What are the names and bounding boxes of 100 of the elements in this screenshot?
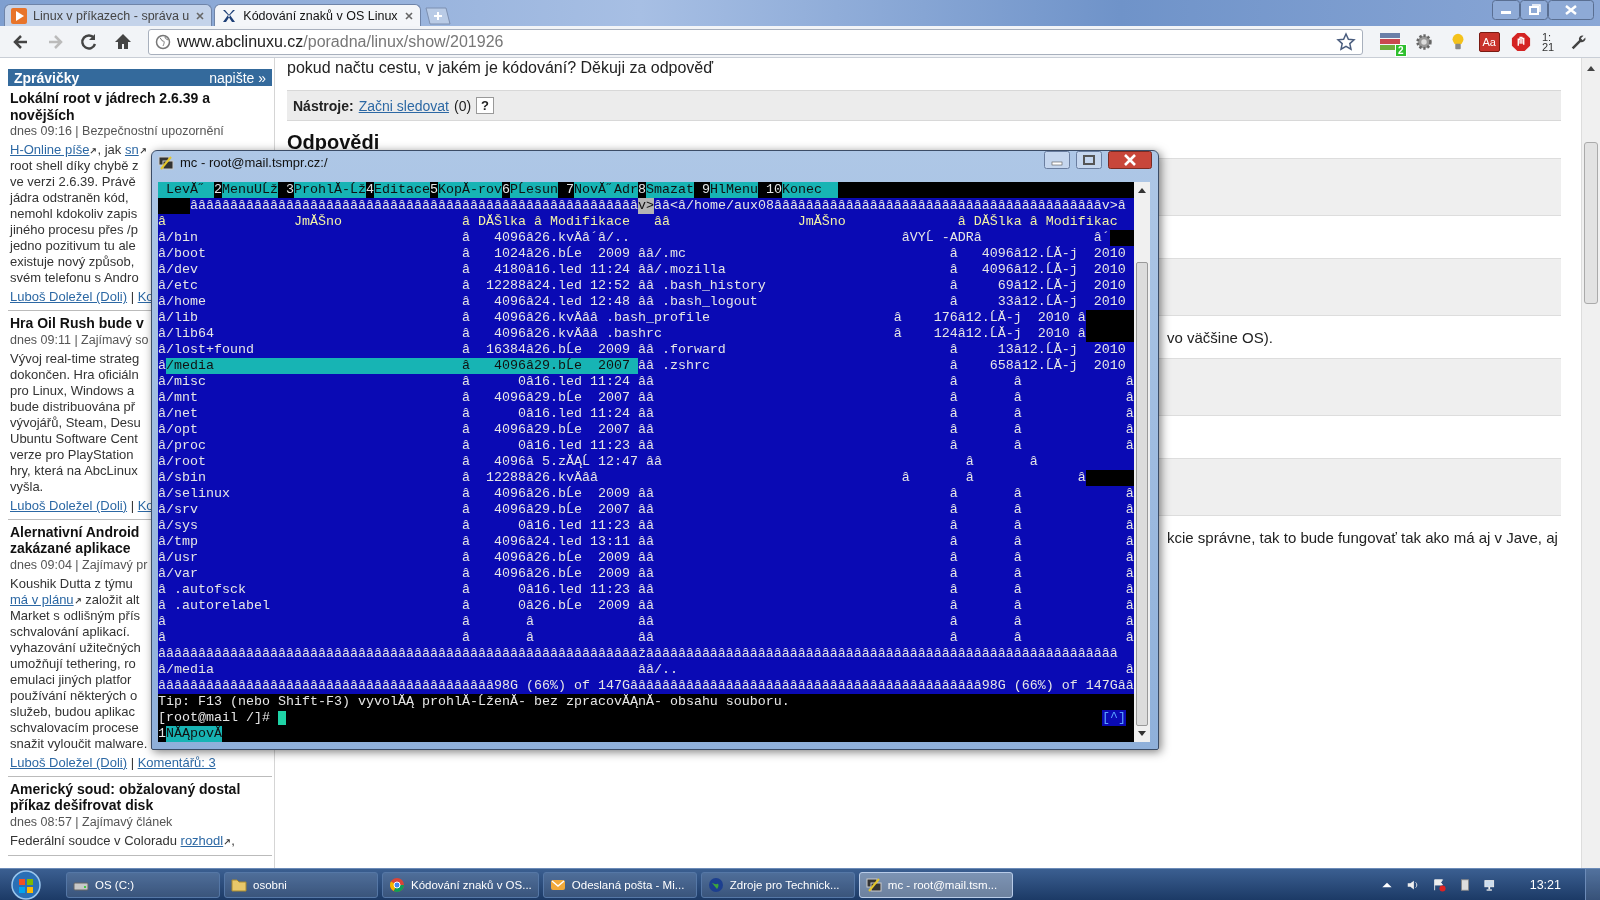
- write-link[interactable]: napište »: [209, 69, 266, 86]
- author-link[interactable]: Luboš Doležel (Doli): [10, 754, 128, 770]
- terminal-text: ââââââââââââââââââââââââââââââââââââââââââââââââââââââââââââžâââââââââââââââââââââââââââââââââââââââââââââââââââââââââââ: [158, 646, 1118, 662]
- function-key-label[interactable]: NovĂ˝Adr: [574, 182, 638, 198]
- terminal-text: â/opt â 4096â29.bĹe 2007 ââ â â â: [158, 422, 1134, 438]
- terminal-text: â/selinux â 4096â26.bĹe 2009 ââ â â â: [158, 486, 1134, 502]
- news-meta: dnes 09:16 | Bezpečnostní upozornění: [10, 124, 224, 138]
- external-link-icon: [139, 147, 147, 154]
- star-icon[interactable]: [1335, 31, 1356, 52]
- help-button[interactable]: ?: [476, 97, 495, 114]
- news-title[interactable]: Americký soud: obžalovaný dostal příkaz dešifrovat disk: [10, 780, 241, 814]
- terminal-block: [1085, 470, 1134, 486]
- function-key-label[interactable]: Smazat: [646, 182, 694, 198]
- news-meta: dnes 09:11 | Zajímavý so: [10, 332, 149, 347]
- news-link[interactable]: má v plánu: [10, 591, 82, 607]
- terminal-text: â: [158, 358, 166, 374]
- reload-icon[interactable]: [79, 31, 99, 52]
- taskbar-button[interactable]: OS (C:): [66, 871, 220, 898]
- terminal-text: ââââââââââââââââââââââââââââââââââââââââââââââââââââââââ: [190, 198, 638, 214]
- news-title[interactable]: Hra Oil Rush bude v: [10, 315, 144, 332]
- follow-link[interactable]: Začni sledovat: [358, 97, 449, 114]
- taskbar-button[interactable]: osobni: [224, 871, 378, 898]
- terminal-text: â .autofsck â 0â16.led 11:23 ââ â â â: [158, 582, 1134, 598]
- news-link[interactable]: H-Online píše: [10, 142, 98, 157]
- scroll-up-icon[interactable]: [1586, 64, 1596, 72]
- news-title[interactable]: Lokální root v jádrech 2.6.39 a novějších: [10, 90, 210, 123]
- function-key-label[interactable]: NĂĄpovĂ: [166, 726, 222, 742]
- terminal-block: [158, 198, 190, 214]
- dictionary-button[interactable]: Aa: [1478, 31, 1500, 52]
- author-link[interactable]: Komentářů: 3: [137, 754, 216, 770]
- terminal-text: â â â ââ â â â: [158, 614, 1134, 630]
- scroll-thumb[interactable]: [1584, 142, 1598, 304]
- play-icon: [11, 7, 27, 24]
- scroll-down-icon[interactable]: [1137, 730, 1147, 738]
- clock-extension[interactable]: 1: 21: [1542, 31, 1558, 52]
- answers-heading: Odpovědi: [287, 131, 381, 154]
- function-key-label[interactable]: MenuUĹž: [222, 182, 278, 198]
- scrollbar[interactable]: [1581, 58, 1600, 868]
- terminal-text: â/root â 4096â 5.zĂĄĹ 12:47 ââ â â: [158, 454, 1038, 470]
- news-title[interactable]: Alernativní Android zakázané aplikace: [10, 523, 140, 557]
- text-cursor: [278, 711, 286, 725]
- function-key-label[interactable]: ProhlĂ-Ĺž: [294, 182, 366, 198]
- terminal-text: â/misc â 0â16.led 11:24 ââ â â â: [158, 374, 1134, 390]
- function-key-label[interactable]: HlMenu: [710, 182, 758, 198]
- terminal-text: â/var â 4096â26.bĹe 2009 ââ â â â: [158, 566, 1134, 582]
- question-text: pokud načtu cestu, v jakém je kódování? Děkuji za odpověď: [287, 58, 715, 78]
- close-icon[interactable]: [1108, 151, 1152, 169]
- taskbar-button[interactable]: Zdroje pro Technick...: [700, 871, 855, 898]
- terminal-block: [1085, 310, 1134, 326]
- taskbar-button[interactable]: mc - root@mail.tsm...: [858, 871, 1013, 898]
- terminal-text: â/usr â 4096â26.bĹe 2009 ââ â â â: [158, 550, 1134, 566]
- flag-icon[interactable]: [1431, 877, 1446, 892]
- answer-text: vo väčšine OS).: [1167, 328, 1273, 346]
- function-key-label[interactable]: KopĂ-rov: [438, 182, 502, 198]
- folder-icon: [231, 876, 247, 893]
- stop-hand-icon[interactable]: [1511, 31, 1531, 52]
- terminal-scrollbar[interactable]: [1134, 182, 1150, 742]
- globe-icon: [155, 33, 171, 50]
- terminal-text: â/media ââ/.. â: [158, 662, 1134, 678]
- scroll-thumb[interactable]: [1136, 262, 1148, 726]
- news-link[interactable]: rozhodl: [180, 832, 232, 848]
- scroll-up-icon[interactable]: [1137, 186, 1147, 194]
- terminal-text: â/tmp â 4096â24.led 13:11 ââ â â â: [158, 534, 1134, 550]
- terminal-text: â/home â 4096â24.led 12:48 ââ .bash_logout â 33â12.ĹĂ-j 2010: [158, 294, 1126, 310]
- maximize-icon[interactable]: [1076, 151, 1102, 169]
- close-icon[interactable]: [1548, 0, 1594, 20]
- close-icon[interactable]: [403, 10, 414, 21]
- new-tab-icon[interactable]: [422, 7, 451, 25]
- news-meta: dnes 09:04 | Zajímavý pr: [10, 557, 148, 572]
- terminal-text: â â â ââ â â â: [158, 630, 1134, 646]
- url-text: www.abclinuxu.cz/poradna/linux/show/201926: [177, 32, 504, 51]
- address-field[interactable]: www.abclinuxu.cz/poradna/linux/show/201926: [148, 28, 1363, 55]
- browser-tab[interactable]: Linux v příkazech - správa u: [4, 4, 213, 26]
- author-link[interactable]: Luboš Doležel (Doli): [10, 289, 128, 304]
- news-link[interactable]: sn: [124, 142, 147, 157]
- terminal-text: ââ .zshrc â 658â12.ĹĂ-j 2010: [637, 358, 1126, 374]
- function-key-label[interactable]: LevĂ˝: [158, 182, 214, 198]
- browser-icon: [389, 876, 405, 893]
- gear-icon[interactable]: [1413, 31, 1434, 52]
- clock[interactable]: 13:21: [1529, 877, 1561, 892]
- external-link-icon: [74, 596, 82, 604]
- taskbar-button[interactable]: Kódování znaků v OS...: [382, 871, 539, 898]
- external-link-icon: [224, 837, 232, 845]
- function-key-label[interactable]: Konec: [782, 182, 838, 198]
- function-key-label[interactable]: PĹesun: [510, 182, 558, 198]
- news-footer: Luboš Doležel (Doli) | Komentářů: 3: [10, 754, 216, 770]
- terminal-text: â/etc â 12288â24.led 12:52 ââ .bash_history â 69â12.ĹĂ-j 2010: [158, 278, 1126, 294]
- browser-tab[interactable]: Kódování znaků v OS Linux: [214, 4, 421, 26]
- minimize-icon[interactable]: [1044, 151, 1070, 169]
- home-icon[interactable]: [113, 31, 133, 52]
- minimize-icon[interactable]: [1492, 0, 1520, 20]
- terminal-text: â/mnt â 4096â29.bĹe 2007 ââ â â â: [158, 390, 1134, 406]
- terminal-text: â/lib â 4096â26.kvÄââ .bash_profile â 176â12.ĹĂ-j 2010 â: [158, 310, 1086, 326]
- external-link-icon: [90, 147, 98, 154]
- terminal-text: â/dev â 4180â16.led 11:24 ââ/.mozilla â 4096â12.ĹĂ-j 2010: [158, 262, 1126, 278]
- terminal-text: ââââââââââââââââââââââââââââââââââââââââââ98G (66%) of 147Gââââââââââââââââââââââââââââââââââââââââââââ98G (66%) of 147Gââ: [158, 678, 1134, 694]
- author-link[interactable]: Luboš Doležel (Doli): [10, 497, 128, 513]
- terminal-text: â .autorelabel â 0â26.bĹe 2009 ââ â â â: [158, 598, 1134, 614]
- taskbar-button[interactable]: Odeslaná pošta - Mi...: [542, 871, 697, 898]
- restore-icon[interactable]: [1520, 0, 1548, 20]
